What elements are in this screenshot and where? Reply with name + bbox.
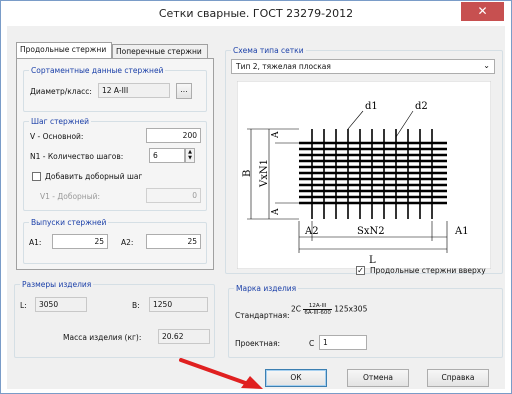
outlet-a2-input[interactable]: 25 <box>146 234 201 249</box>
label-a-bottom: A <box>271 208 281 216</box>
mark-std-suffix: 125х305 <box>334 304 368 314</box>
mark-project-prefix: С <box>309 339 315 348</box>
mesh-type-value: Тип 2, тяжелая плоская <box>236 62 331 71</box>
outlets-group-title: Выпуски стержней <box>29 218 109 227</box>
assortment-group: Сортаментные данные стержней Диаметр/кла… <box>23 66 207 112</box>
extra-step-checkbox[interactable] <box>32 172 41 181</box>
label-l: L <box>369 255 376 266</box>
mark-std-fraction: 12A-III 6A-III-600 <box>303 303 332 316</box>
mesh-type-select[interactable]: Тип 2, тяжелая плоская ⌄ <box>231 59 495 74</box>
tab-transverse-bars[interactable]: Поперечные стержни <box>112 44 208 58</box>
label-a-top: A <box>271 131 281 139</box>
mark-standard-label: Стандартная: <box>235 311 290 320</box>
mark-project-label: Проектная: <box>235 339 281 348</box>
mark-std-denominator: 6A-III-600 <box>304 310 331 316</box>
mark-project-input[interactable]: 1 <box>319 335 367 350</box>
step-group: Шаг стержней V - Основной: 200 N1 - Коли… <box>23 117 207 211</box>
mesh-scheme-diagram: d1 d2 A A B VxN1 A2 SxN2 A1 L <box>237 81 491 269</box>
mark-group-title: Марка изделия <box>234 284 299 293</box>
dialog-window: Сетки сварные. ГОСТ 23279-2012 ✕ Продоль… <box>0 0 512 394</box>
size-b-field: 1250 <box>149 297 208 312</box>
label-vxn1: VxN1 <box>259 159 270 188</box>
outlet-a1-input[interactable]: 25 <box>52 234 108 249</box>
spin-down-icon[interactable]: ▼ <box>186 155 194 161</box>
tab-page-longitudinal: Сортаментные данные стержней Диаметр/кла… <box>16 58 214 270</box>
label-d1: d1 <box>365 101 378 112</box>
step-n-label: N1 - Количество шагов: <box>30 152 124 161</box>
dialog-client: Продольные стержни Поперечные стержни Со… <box>7 26 505 389</box>
label-sxn2: SxN2 <box>357 226 385 237</box>
step-v-input[interactable]: 200 <box>146 128 201 143</box>
tab-longitudinal-bars[interactable]: Продольные стержни <box>16 42 112 58</box>
size-l-label: L: <box>20 301 27 310</box>
mass-field: 20.62 <box>158 329 210 344</box>
diameter-label: Диаметр/класс: <box>30 87 92 96</box>
label-b: B <box>242 170 253 177</box>
cancel-button[interactable]: Отмена <box>347 369 409 387</box>
label-a2: A2 <box>304 226 319 237</box>
mark-standard-value: 2С 12A-III 6A-III-600 125х305 <box>291 303 367 316</box>
sizes-group-title: Размеры изделия <box>20 280 94 289</box>
sizes-group: Размеры изделия L: 3050 B: 1250 Масса из… <box>14 280 215 358</box>
title-bar: Сетки сварные. ГОСТ 23279-2012 ✕ <box>1 1 511 26</box>
mark-std-numerator: 12A-III <box>303 303 332 310</box>
outlet-a2-label: A2: <box>121 238 134 247</box>
window-title: Сетки сварные. ГОСТ 23279-2012 <box>158 7 354 20</box>
top-bars-label: Продольные стержни вверху <box>370 266 486 275</box>
mark-std-prefix: 2С <box>291 304 302 314</box>
mass-label: Масса изделия (кг): <box>63 333 142 342</box>
top-bars-checkbox[interactable]: ✓ <box>356 266 365 275</box>
ok-button[interactable]: ОК <box>265 369 327 387</box>
assortment-group-title: Сортаментные данные стержней <box>29 66 166 75</box>
outlets-group: Выпуски стержней A1: 25 A2: 25 <box>23 218 207 264</box>
step-n-input[interactable]: 6 <box>149 148 185 163</box>
label-d2: d2 <box>415 101 428 112</box>
size-b-label: B: <box>132 301 140 310</box>
scheme-group-title: Схема типа сетки <box>231 46 306 55</box>
close-button[interactable]: ✕ <box>461 2 504 21</box>
step-v1-label: V1 - Доборный: <box>40 192 101 201</box>
diameter-field[interactable]: 12 A-III <box>98 83 170 98</box>
step-v-label: V - Основной: <box>30 132 84 141</box>
scheme-group: Схема типа сетки Тип 2, тяжелая плоская … <box>225 46 503 274</box>
red-arrow-annotation <box>179 358 263 389</box>
size-l-field: 3050 <box>35 297 87 312</box>
diameter-browse-button[interactable]: ... <box>176 83 192 99</box>
outlet-a1-label: A1: <box>29 238 42 247</box>
extra-step-label: Добавить доборный шаг <box>45 172 143 181</box>
help-button[interactable]: Справка <box>427 369 489 387</box>
step-v1-input: 0 <box>146 188 201 203</box>
mark-group: Марка изделия Стандартная: 2С 12A-III 6A… <box>228 284 503 358</box>
chevron-down-icon: ⌄ <box>483 61 490 70</box>
label-a1: A1 <box>454 226 469 237</box>
step-group-title: Шаг стержней <box>29 117 91 126</box>
step-n-spinner[interactable]: ▲ ▼ <box>185 148 195 163</box>
